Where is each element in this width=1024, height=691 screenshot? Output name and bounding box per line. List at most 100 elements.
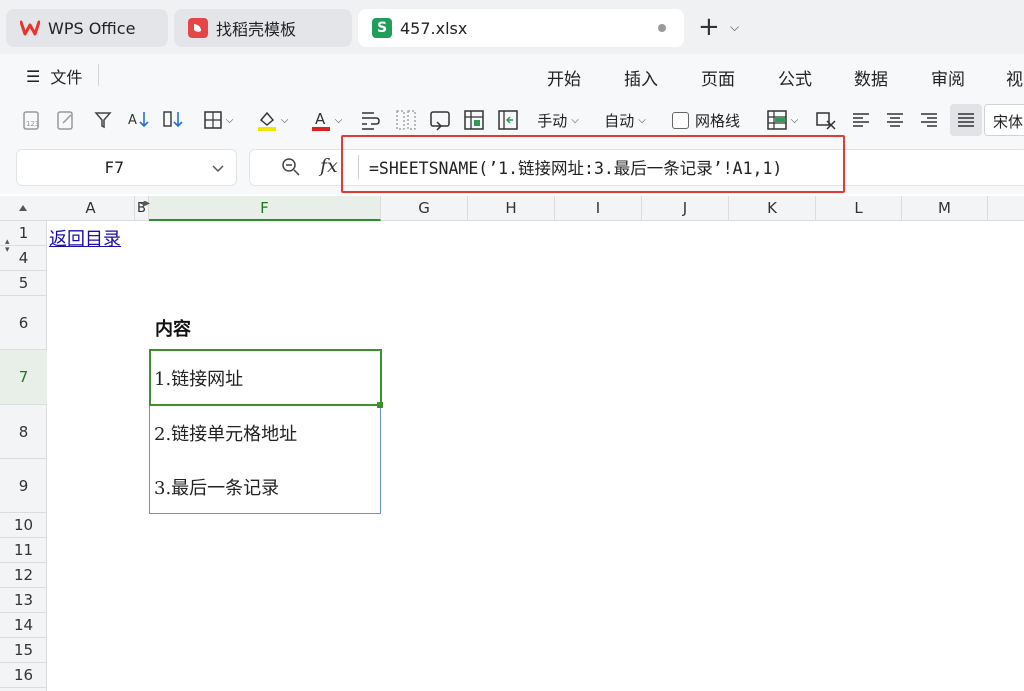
hidden-rows-expand-icon[interactable]: ▴ ▾: [5, 238, 10, 255]
freeze-panes-icon[interactable]: [496, 108, 520, 132]
conditional-format-icon: [766, 110, 787, 130]
menu-insert[interactable]: 插入: [624, 65, 658, 90]
row-header-10[interactable]: 10: [0, 513, 47, 538]
name-box-value: F7: [104, 158, 125, 177]
row-headers: 1 4 5 6 7 8 9 10 11 12 13 14 15 16: [0, 221, 47, 691]
menu-formula[interactable]: 公式: [778, 65, 812, 90]
align-right-icon[interactable]: [918, 108, 940, 132]
row-header-9[interactable]: 9: [0, 459, 47, 513]
align-center-icon[interactable]: [884, 108, 906, 132]
svg-text:123: 123: [26, 120, 39, 128]
row-header-6[interactable]: 6: [0, 296, 47, 350]
column-header-j[interactable]: J: [642, 196, 729, 221]
row-header-15[interactable]: 15: [0, 638, 47, 663]
tab-label: 457.xlsx: [400, 18, 468, 38]
row-header-7[interactable]: 7: [0, 350, 47, 405]
sort-ascending-icon[interactable]: A: [126, 108, 152, 132]
menu-divider: [98, 64, 99, 86]
row-header-11[interactable]: 11: [0, 538, 47, 563]
tab-daoke-templates[interactable]: 找稻壳模板: [174, 9, 352, 47]
chevron-down-icon: ⌵: [225, 114, 234, 126]
chevron-down-icon: ⌵: [280, 114, 289, 126]
align-left-icon[interactable]: [850, 108, 872, 132]
svg-text:A: A: [128, 113, 137, 128]
wps-logo-icon: [20, 18, 40, 38]
row-header-12[interactable]: 12: [0, 563, 47, 588]
chevron-down-icon[interactable]: ⌵: [730, 20, 739, 35]
row-header-8[interactable]: 8: [0, 405, 47, 459]
column-header-k[interactable]: K: [729, 196, 816, 221]
calc-auto-dropdown[interactable]: 自动 ⌵: [598, 108, 652, 132]
borders-icon: [203, 111, 222, 129]
tab-label: WPS Office: [48, 18, 136, 38]
fx-button[interactable]: fx: [320, 155, 338, 177]
active-cell-selection: [149, 349, 382, 406]
calc-manual-dropdown[interactable]: 手动 ⌵: [532, 108, 584, 132]
cell-a1-back-link[interactable]: 返回目录: [49, 225, 121, 251]
daoke-logo-icon: [188, 18, 208, 38]
row-header-13[interactable]: 13: [0, 588, 47, 613]
tab-457-xlsx[interactable]: S 457.xlsx: [358, 9, 684, 47]
svg-text:A: A: [315, 110, 326, 128]
cell-f9[interactable]: 3.最后一条记录: [150, 460, 380, 514]
name-box[interactable]: F7: [16, 149, 237, 186]
convert-icon[interactable]: [428, 108, 452, 132]
fill-color-dropdown[interactable]: ⌵: [252, 108, 292, 132]
row-header-14[interactable]: 14: [0, 613, 47, 638]
column-header-m[interactable]: M: [902, 196, 988, 221]
paste-values-icon[interactable]: 123: [20, 108, 44, 132]
select-all-triangle-icon: [19, 205, 27, 211]
column-header-f[interactable]: F: [149, 196, 381, 221]
column-header-l[interactable]: L: [816, 196, 902, 221]
chevron-down-icon: ⌵: [571, 114, 579, 126]
menu-page[interactable]: 页面: [701, 65, 735, 90]
font-color-icon: A: [311, 110, 330, 131]
unsaved-dot-icon[interactable]: [658, 24, 666, 32]
justify-icon[interactable]: [950, 104, 982, 136]
table-style-icon[interactable]: [462, 108, 486, 132]
font-color-dropdown[interactable]: A ⌵: [306, 108, 346, 132]
file-menu-label: 文件: [50, 68, 83, 87]
menu-bar: ☰ 文件 开始 插入 页面 公式 数据 审阅 视: [0, 54, 1024, 96]
column-header-g[interactable]: G: [381, 196, 468, 221]
column-header-a[interactable]: A: [47, 196, 135, 221]
chevron-down-icon: ⌵: [790, 114, 799, 126]
new-tab-button[interactable]: +: [698, 14, 720, 40]
search-icon[interactable]: [281, 157, 301, 181]
file-menu-button[interactable]: ☰ 文件: [26, 64, 82, 88]
calc-manual-label: 手动: [537, 111, 568, 130]
menu-review[interactable]: 审阅: [931, 65, 965, 90]
wrap-text-icon[interactable]: [358, 108, 382, 132]
hidden-columns-marker-icon[interactable]: ◂▸: [140, 198, 150, 209]
clear-format-icon[interactable]: [814, 108, 838, 132]
filter-icon[interactable]: [92, 108, 114, 132]
chevron-down-icon[interactable]: [212, 159, 224, 178]
tab-wps-office[interactable]: WPS Office: [6, 9, 168, 47]
column-header-i[interactable]: I: [555, 196, 642, 221]
font-name-select[interactable]: 宋体: [984, 104, 1024, 136]
tab-label: 找稻壳模板: [216, 20, 297, 39]
chevron-down-icon: ⌵: [334, 114, 343, 126]
paste-format-icon[interactable]: [54, 108, 78, 132]
split-columns-icon[interactable]: [394, 108, 418, 132]
cell-f6-header[interactable]: 内容: [155, 315, 191, 341]
column-headers: A B F G H I J K L M: [0, 196, 1024, 221]
menu-home[interactable]: 开始: [547, 65, 581, 90]
gridlines-checkbox[interactable]: [671, 111, 689, 129]
gridlines-toggle[interactable]: 网格线: [666, 108, 746, 132]
fill-handle[interactable]: [377, 402, 383, 408]
highlight-annotation-box: [341, 135, 845, 193]
hamburger-icon: ☰: [26, 66, 41, 86]
menu-data[interactable]: 数据: [854, 65, 888, 90]
sort-descending-icon[interactable]: [160, 108, 186, 132]
conditional-format-dropdown[interactable]: ⌵: [762, 108, 802, 132]
row-header-16[interactable]: 16: [0, 663, 47, 688]
borders-dropdown[interactable]: ⌵: [198, 108, 238, 132]
column-header-h[interactable]: H: [468, 196, 555, 221]
row-header-5[interactable]: 5: [0, 271, 47, 296]
menu-view[interactable]: 视: [1006, 65, 1023, 90]
calc-auto-label: 自动: [604, 111, 635, 130]
gridlines-label: 网格线: [694, 111, 740, 130]
fill-color-icon: [257, 111, 276, 131]
cell-f8[interactable]: 2.链接单元格地址: [150, 406, 380, 460]
